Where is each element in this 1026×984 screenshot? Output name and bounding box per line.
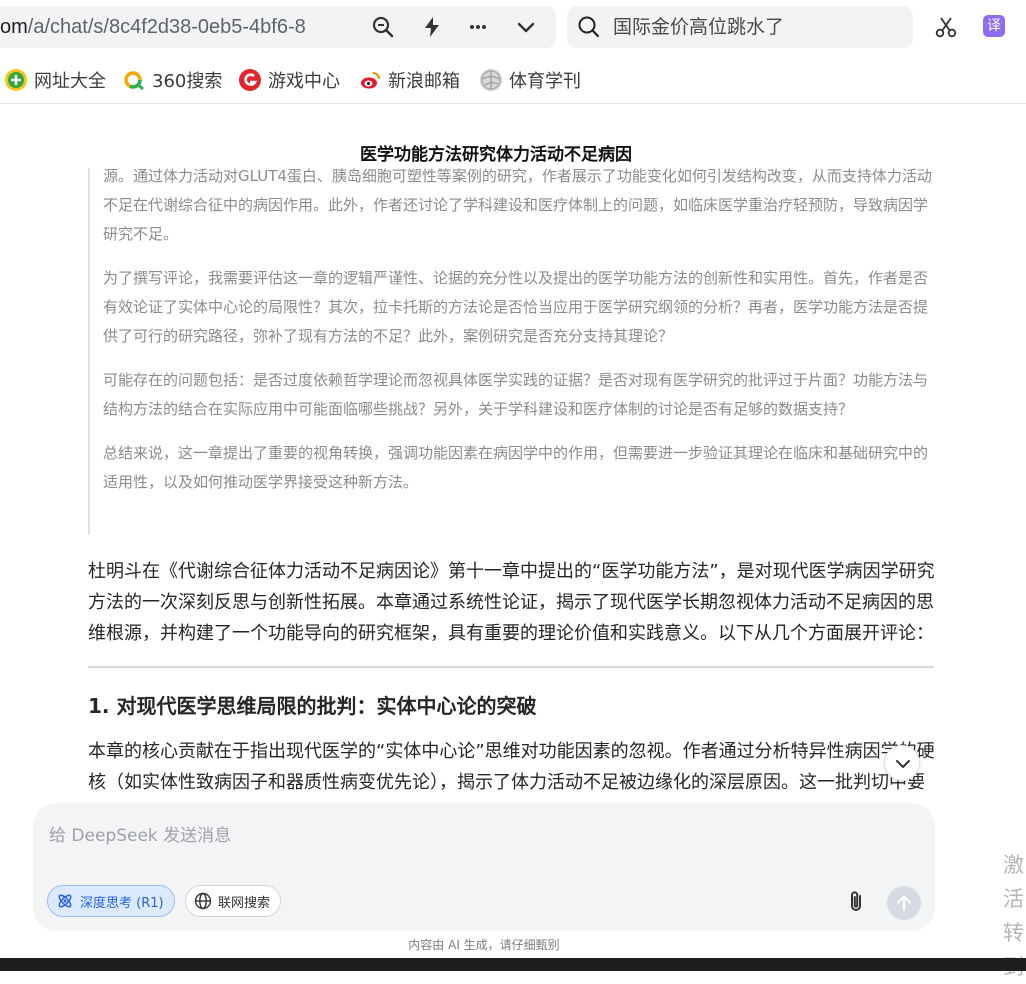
- paperclip-icon[interactable]: [843, 889, 869, 915]
- translate-button[interactable]: 译: [983, 15, 1005, 37]
- url-host: om: [0, 16, 28, 38]
- bookmark-sports-journal[interactable]: 体育学刊: [480, 68, 581, 92]
- thinking-paragraph: 为了撰写评论，我需要评估这一章的逻辑严谨性、论据的充分性以及提出的医学功能方法的…: [103, 269, 929, 345]
- chevron-down-icon: [896, 760, 910, 768]
- ai-disclaimer: 内容由 AI 生成，请仔细甄别: [408, 938, 560, 952]
- deep-think-label: 深度思考 (R1): [80, 895, 164, 911]
- lightning-icon[interactable]: [420, 15, 444, 39]
- section-paragraph: 本章的核心贡献在于指出现代医学的“实体中心论”思维对功能因素的忽视。作者通过分析…: [88, 741, 935, 793]
- arrow-up-icon: [896, 895, 912, 912]
- thinking-paragraph: 可能存在的问题包括：是否过度依赖哲学理论而忽视具体医学实践的证据？是否对现有医学…: [103, 371, 929, 418]
- web-search-toggle[interactable]: 联网搜索: [185, 885, 282, 917]
- address-bar[interactable]: om/a/chat/s/8c4f2d38-0eb5-4bf6-8: [0, 6, 556, 48]
- bookmark-360search[interactable]: 360搜索: [123, 68, 222, 92]
- more-icon[interactable]: [466, 15, 490, 39]
- url-path: /a/chat/s/8c4f2d38-0eb5-4bf6-8: [27, 16, 306, 38]
- browser-search-box[interactable]: 国际金价高位跳水了: [567, 6, 913, 48]
- sports-journal-icon: [480, 69, 502, 91]
- web-search-label: 联网搜索: [218, 895, 271, 911]
- taskbar-edge: [0, 958, 1026, 971]
- thinking-paragraph: 总结来说，这一章提出了重要的视角转换，强调功能因素在病因学中的作用，但需要进一步…: [103, 444, 929, 491]
- url-text[interactable]: om/a/chat/s/8c4f2d38-0eb5-4bf6-8: [0, 14, 362, 40]
- bookmark-sina-mail[interactable]: 新浪邮箱: [359, 68, 460, 92]
- game-center-icon: [239, 69, 261, 91]
- bookmark-label: 新浪邮箱: [388, 71, 460, 92]
- answer-intro: 杜明斗在《代谢综合征体力活动不足病因论》第十一章中提出的“医学功能方法”，是对现…: [88, 561, 935, 644]
- search-icon: [578, 16, 600, 38]
- sina-mail-icon: [359, 69, 381, 91]
- chevron-down-icon[interactable]: [514, 15, 538, 39]
- bookmark-label: 游戏中心: [268, 71, 340, 92]
- message-composer[interactable]: 给 DeepSeek 发送消息 深度思考 (R1) 联网搜索: [33, 803, 935, 931]
- bookmark-label: 体育学刊: [509, 71, 581, 92]
- browser-toolbar: om/a/chat/s/8c4f2d38-0eb5-4bf6-8 国际金价高位跳…: [0, 0, 1026, 56]
- atom-icon: [58, 894, 72, 908]
- bookmarks-bar: 网址大全 360搜索 游戏中心 新浪邮箱 体育学刊: [0, 56, 1026, 104]
- bookmark-label: 网址大全: [34, 71, 106, 92]
- divider: [88, 666, 934, 668]
- nav-plus-icon: [5, 69, 27, 91]
- section-heading: 1. 对现代医学思维局限的批判：实体中心论的突破: [88, 694, 537, 718]
- deep-think-toggle[interactable]: 深度思考 (R1): [47, 885, 175, 917]
- scroll-to-bottom-button[interactable]: [884, 745, 920, 781]
- zoom-search-icon[interactable]: [371, 15, 395, 39]
- thinking-block: 源。通过体力活动对GLUT4蛋白、胰岛细胞可塑性等案例的研究，作者展示了功能变化…: [88, 168, 934, 535]
- thinking-paragraph: 源。通过体力活动对GLUT4蛋白、胰岛细胞可塑性等案例的研究，作者展示了功能变化…: [103, 168, 932, 243]
- send-button[interactable]: [887, 886, 921, 920]
- search-query: 国际金价高位跳水了: [613, 16, 785, 38]
- scissors-icon[interactable]: [934, 15, 958, 39]
- bookmark-games[interactable]: 游戏中心: [239, 68, 340, 92]
- globe-icon: [194, 892, 212, 910]
- message-input[interactable]: 给 DeepSeek 发送消息: [49, 821, 231, 846]
- bookmark-nav[interactable]: 网址大全: [5, 68, 106, 92]
- chat-title: 医学功能方法研究体力活动不足病因: [360, 145, 632, 165]
- 360-search-icon: [123, 69, 145, 91]
- bookmark-label: 360搜索: [152, 71, 223, 92]
